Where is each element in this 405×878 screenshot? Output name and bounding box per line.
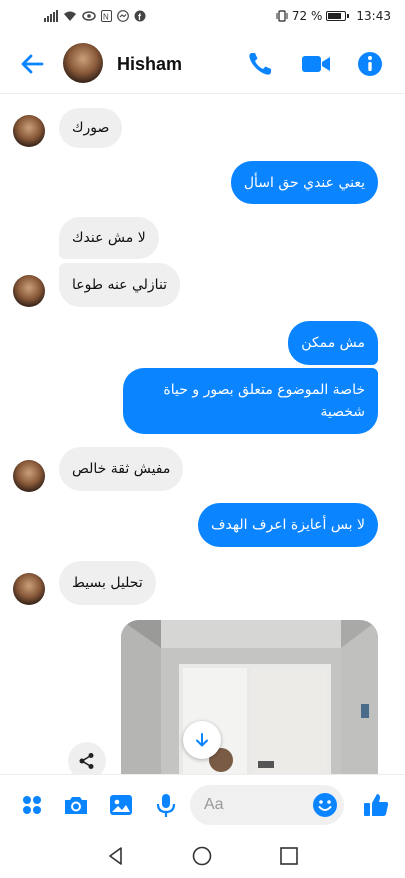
contact-avatar-small bbox=[13, 275, 45, 307]
message-composer: Aa bbox=[0, 774, 405, 834]
share-button[interactable] bbox=[68, 742, 106, 774]
status-icons-right: 72 % 13:43 bbox=[276, 9, 391, 23]
info-icon[interactable] bbox=[356, 50, 384, 78]
nav-back-icon[interactable] bbox=[106, 846, 126, 866]
microphone-icon[interactable] bbox=[152, 791, 180, 819]
incoming-message[interactable]: صورك bbox=[59, 108, 123, 148]
outgoing-message[interactable]: مش ممكن bbox=[288, 321, 378, 365]
download-arrow-icon bbox=[196, 733, 208, 747]
photo-attachment[interactable] bbox=[121, 620, 378, 774]
message-input[interactable]: Aa bbox=[190, 785, 344, 825]
outgoing-message[interactable]: لا بس أعايزة اعرف الهدف bbox=[198, 503, 378, 547]
conversation: صورك يعني عندي حق اسأل لا مش عندك تنازلي… bbox=[0, 94, 405, 774]
nfc-icon: N bbox=[101, 10, 112, 22]
messenger-screen: N f 72 % 13:43 Hisham صورك يعني عندي حق … bbox=[0, 0, 405, 878]
gallery-icon[interactable] bbox=[107, 791, 135, 819]
eye-icon bbox=[82, 11, 96, 21]
incoming-message[interactable]: تنازلي عنه طوعا bbox=[59, 263, 181, 307]
phone-icon[interactable] bbox=[246, 50, 274, 78]
nav-home-icon[interactable] bbox=[192, 846, 212, 866]
signal-icon bbox=[44, 10, 58, 22]
outgoing-message[interactable]: يعني عندي حق اسأل bbox=[230, 161, 378, 204]
vibrate-icon bbox=[276, 10, 288, 22]
chat-header: Hisham bbox=[0, 32, 405, 94]
camera-icon[interactable] bbox=[62, 791, 90, 819]
apps-icon[interactable] bbox=[18, 791, 46, 819]
outgoing-message[interactable]: خاصة الموضوع متعلق بصور و حياة شخصية bbox=[123, 368, 378, 434]
emoji-icon[interactable] bbox=[312, 792, 338, 818]
download-button[interactable] bbox=[183, 721, 221, 759]
messenger-notification-icon bbox=[117, 10, 129, 22]
contact-avatar-small bbox=[13, 460, 45, 492]
status-icons-left: N f bbox=[44, 10, 146, 22]
contact-avatar-small bbox=[13, 573, 45, 605]
contact-avatar-small bbox=[13, 115, 45, 147]
status-bar: N f 72 % 13:43 bbox=[0, 0, 405, 32]
wifi-icon bbox=[64, 11, 76, 21]
incoming-message[interactable]: مفيش ثقة خالص bbox=[59, 447, 184, 491]
battery-percent: 72 % bbox=[291, 9, 323, 23]
system-navigation-bar bbox=[0, 834, 405, 878]
facebook-notification-icon: f bbox=[134, 10, 146, 22]
video-icon[interactable] bbox=[301, 50, 331, 78]
photo-content bbox=[121, 620, 378, 774]
nav-recents-icon[interactable] bbox=[279, 846, 299, 866]
clock: 13:43 bbox=[356, 9, 391, 23]
back-arrow-icon[interactable] bbox=[18, 50, 46, 78]
contact-avatar[interactable] bbox=[63, 43, 103, 83]
incoming-message[interactable]: لا مش عندك bbox=[59, 217, 159, 259]
share-icon bbox=[79, 753, 94, 769]
svg-text:N: N bbox=[103, 13, 109, 22]
battery-icon bbox=[326, 11, 350, 21]
contact-name[interactable]: Hisham bbox=[117, 54, 182, 75]
incoming-message[interactable]: تحليل بسيط bbox=[59, 561, 156, 605]
like-icon[interactable] bbox=[362, 791, 390, 819]
message-input-placeholder: Aa bbox=[204, 796, 224, 813]
